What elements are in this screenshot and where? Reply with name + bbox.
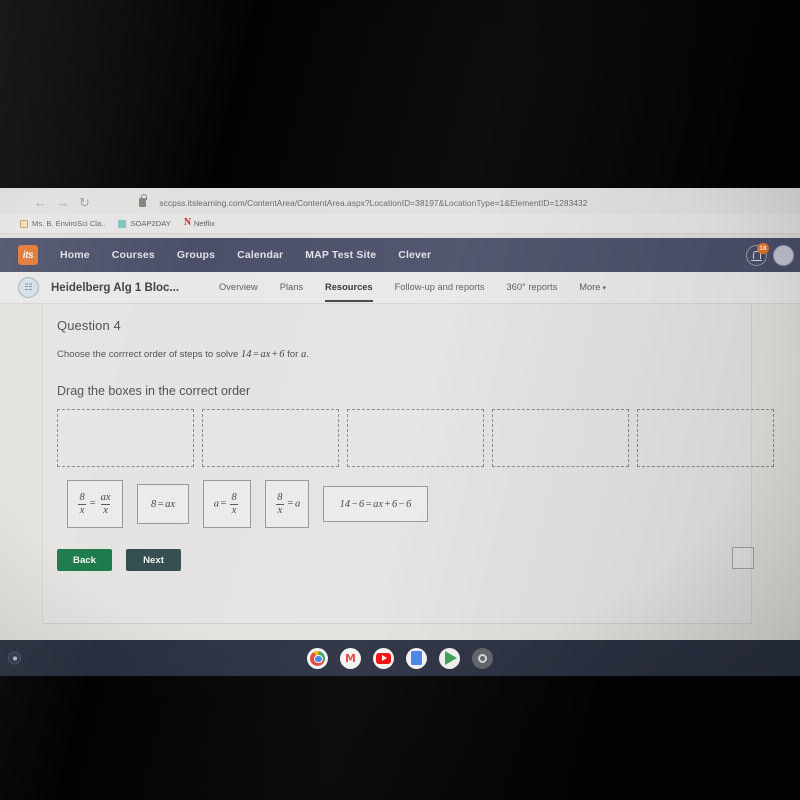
youtube-glyph [376,652,391,664]
nav-item-map-test-site[interactable]: MAP Test Site [305,249,376,261]
content-area: Question 4 Choose the corrrect order of … [0,304,800,676]
prompt-lead: Choose the corrrect order of steps to so… [57,349,239,360]
laptop-screen: ← → ↻ sccpss.itslearning.com/ContentArea… [0,188,800,676]
course-nav-items: Overview Plans Resources Follow-up and r… [219,282,606,302]
browser-chrome: ← → ↻ sccpss.itslearning.com/ContentArea… [0,188,800,234]
tab-overview[interactable]: Overview [219,282,258,294]
play-glyph [445,651,457,665]
taskbar-shelf: M [0,640,800,676]
address-bar-url[interactable]: sccpss.itslearning.com/ContentArea/Conte… [159,198,587,208]
question-footer: Back Next [57,549,181,571]
equation-plus: + [271,349,278,360]
next-button[interactable]: Next [126,549,181,571]
draggable-tile-5[interactable]: 14−6 = ax +6−6 [323,486,428,522]
gmail-app-icon[interactable]: M [340,647,361,669]
docs-glyph [411,651,422,665]
fraction-8-over-x: 8x [275,491,285,516]
chrome-app-icon[interactable] [307,647,328,669]
course-icon: ☷ [18,277,39,298]
bookmark-soap2day[interactable]: SOAP2DAY [118,219,171,228]
more-label: More [579,281,601,292]
prompt-period: . [306,349,309,360]
bookmark-label: SOAP2DAY [130,219,171,228]
photograph-of-screen: ← → ↻ sccpss.itslearning.com/ContentArea… [0,0,800,800]
youtube-app-icon[interactable] [373,647,394,669]
netflix-icon: N [183,217,192,228]
avatar[interactable] [773,244,794,266]
dropzone-row [57,409,774,467]
global-nav-right: 18 [746,242,800,266]
folder-icon [20,219,28,228]
draggable-tile-4[interactable]: 8 x = a [265,480,309,528]
settings-app-icon[interactable] [472,647,493,669]
bookmark-label: Netflix [193,219,215,228]
question-card: Question 4 Choose the corrrect order of … [42,304,774,624]
back-button[interactable]: Back [57,549,112,571]
chevron-down-icon: ▾ [602,284,606,292]
bookmark-envirosci[interactable]: Ms. B. EnviroSci Cla.. [20,219,105,228]
nav-item-calendar[interactable]: Calendar [237,249,283,261]
tile-4-math: 8 x = a [275,491,301,516]
tab-more[interactable]: More ▾ [579,282,606,294]
fraction-8-over-x: 8x [229,491,239,516]
tile-2-math: 8 = ax [150,498,176,510]
tile-5-math: 14−6 = ax +6−6 [339,498,412,510]
dropzone-4[interactable] [492,409,629,467]
tile-3-math: a = 8 x [213,491,239,516]
play-store-app-icon[interactable] [439,647,460,669]
draggable-tile-3[interactable]: a = 8 x [203,480,251,528]
drag-instruction: Drag the boxes in the correct order [57,384,251,398]
nav-item-courses[interactable]: Courses [112,249,155,261]
global-navigation-bar: its Home Courses Groups Calendar MAP Tes… [0,238,800,272]
reload-icon[interactable]: ↻ [79,196,90,209]
back-nav-icon[interactable]: ← [34,196,48,209]
nav-item-groups[interactable]: Groups [177,249,215,261]
itslearning-logo[interactable]: its [18,245,38,265]
shelf-app-icons: M [307,647,493,669]
forward-nav-icon[interactable]: → [57,196,71,209]
lock-icon [139,194,147,207]
tab-plans[interactable]: Plans [280,282,303,294]
tab-360-reports[interactable]: 360° reports [507,282,558,294]
draggable-tile-2[interactable]: 8 = ax [137,484,189,524]
global-nav-items: Home Courses Groups Calendar MAP Test Si… [60,249,431,261]
tab-follow-up-and-reports[interactable]: Follow-up and reports [395,282,485,294]
bookmark-label: Ms. B. EnviroSci Cla.. [32,219,106,228]
draggable-tile-1[interactable]: 8 x = ax x [67,480,123,528]
status-tray-icon[interactable] [8,651,21,665]
bookmark-netflix[interactable]: N Netflix [183,217,215,229]
gmail-glyph: M [345,651,356,665]
dropzone-2[interactable] [202,409,339,467]
page-title[interactable]: Heidelberg Alg 1 Bloc... [51,282,179,294]
question-heading: Question 4 [57,318,121,333]
chrome-glyph [310,650,325,666]
equation-term-a: ax [260,349,271,360]
draggable-tiles-row: 8 x = ax x 8 = ax a = 8 x 8 x = a 14−6 = ax +6−6 [67,480,428,528]
dropzone-1[interactable] [57,409,194,467]
notification-badge: 18 [757,242,769,254]
side-panel-toggle[interactable] [732,547,754,569]
course-navigation-bar: ☷ Heidelberg Alg 1 Bloc... Overview Plan… [0,272,800,304]
soap2day-icon [118,219,127,228]
prompt-tail: for [287,349,299,360]
google-docs-app-icon[interactable] [406,647,427,669]
bookmarks-bar: Ms. B. EnviroSci Cla.. SOAP2DAY N Netfli… [0,214,800,234]
notifications-button[interactable]: 18 [746,242,769,266]
fraction-8-over-x: 8x [77,491,87,516]
dropzone-3[interactable] [347,409,484,467]
question-prompt: Choose the corrrect order of steps to so… [43,333,751,360]
fraction-ax-over-x: ax x [100,491,111,516]
equation-term-b: 6 [279,349,285,360]
equation-left: 14 [240,349,252,360]
tile-1-math: 8 x = ax x [77,491,111,516]
nav-item-home[interactable]: Home [60,249,90,261]
nav-item-clever[interactable]: Clever [398,249,431,261]
omnibox-row: ← → ↻ sccpss.itslearning.com/ContentArea… [0,188,800,214]
prompt-equation: 14 = ax +6 [241,349,287,360]
dropzone-5[interactable] [637,409,774,467]
tab-resources[interactable]: Resources [325,282,373,302]
